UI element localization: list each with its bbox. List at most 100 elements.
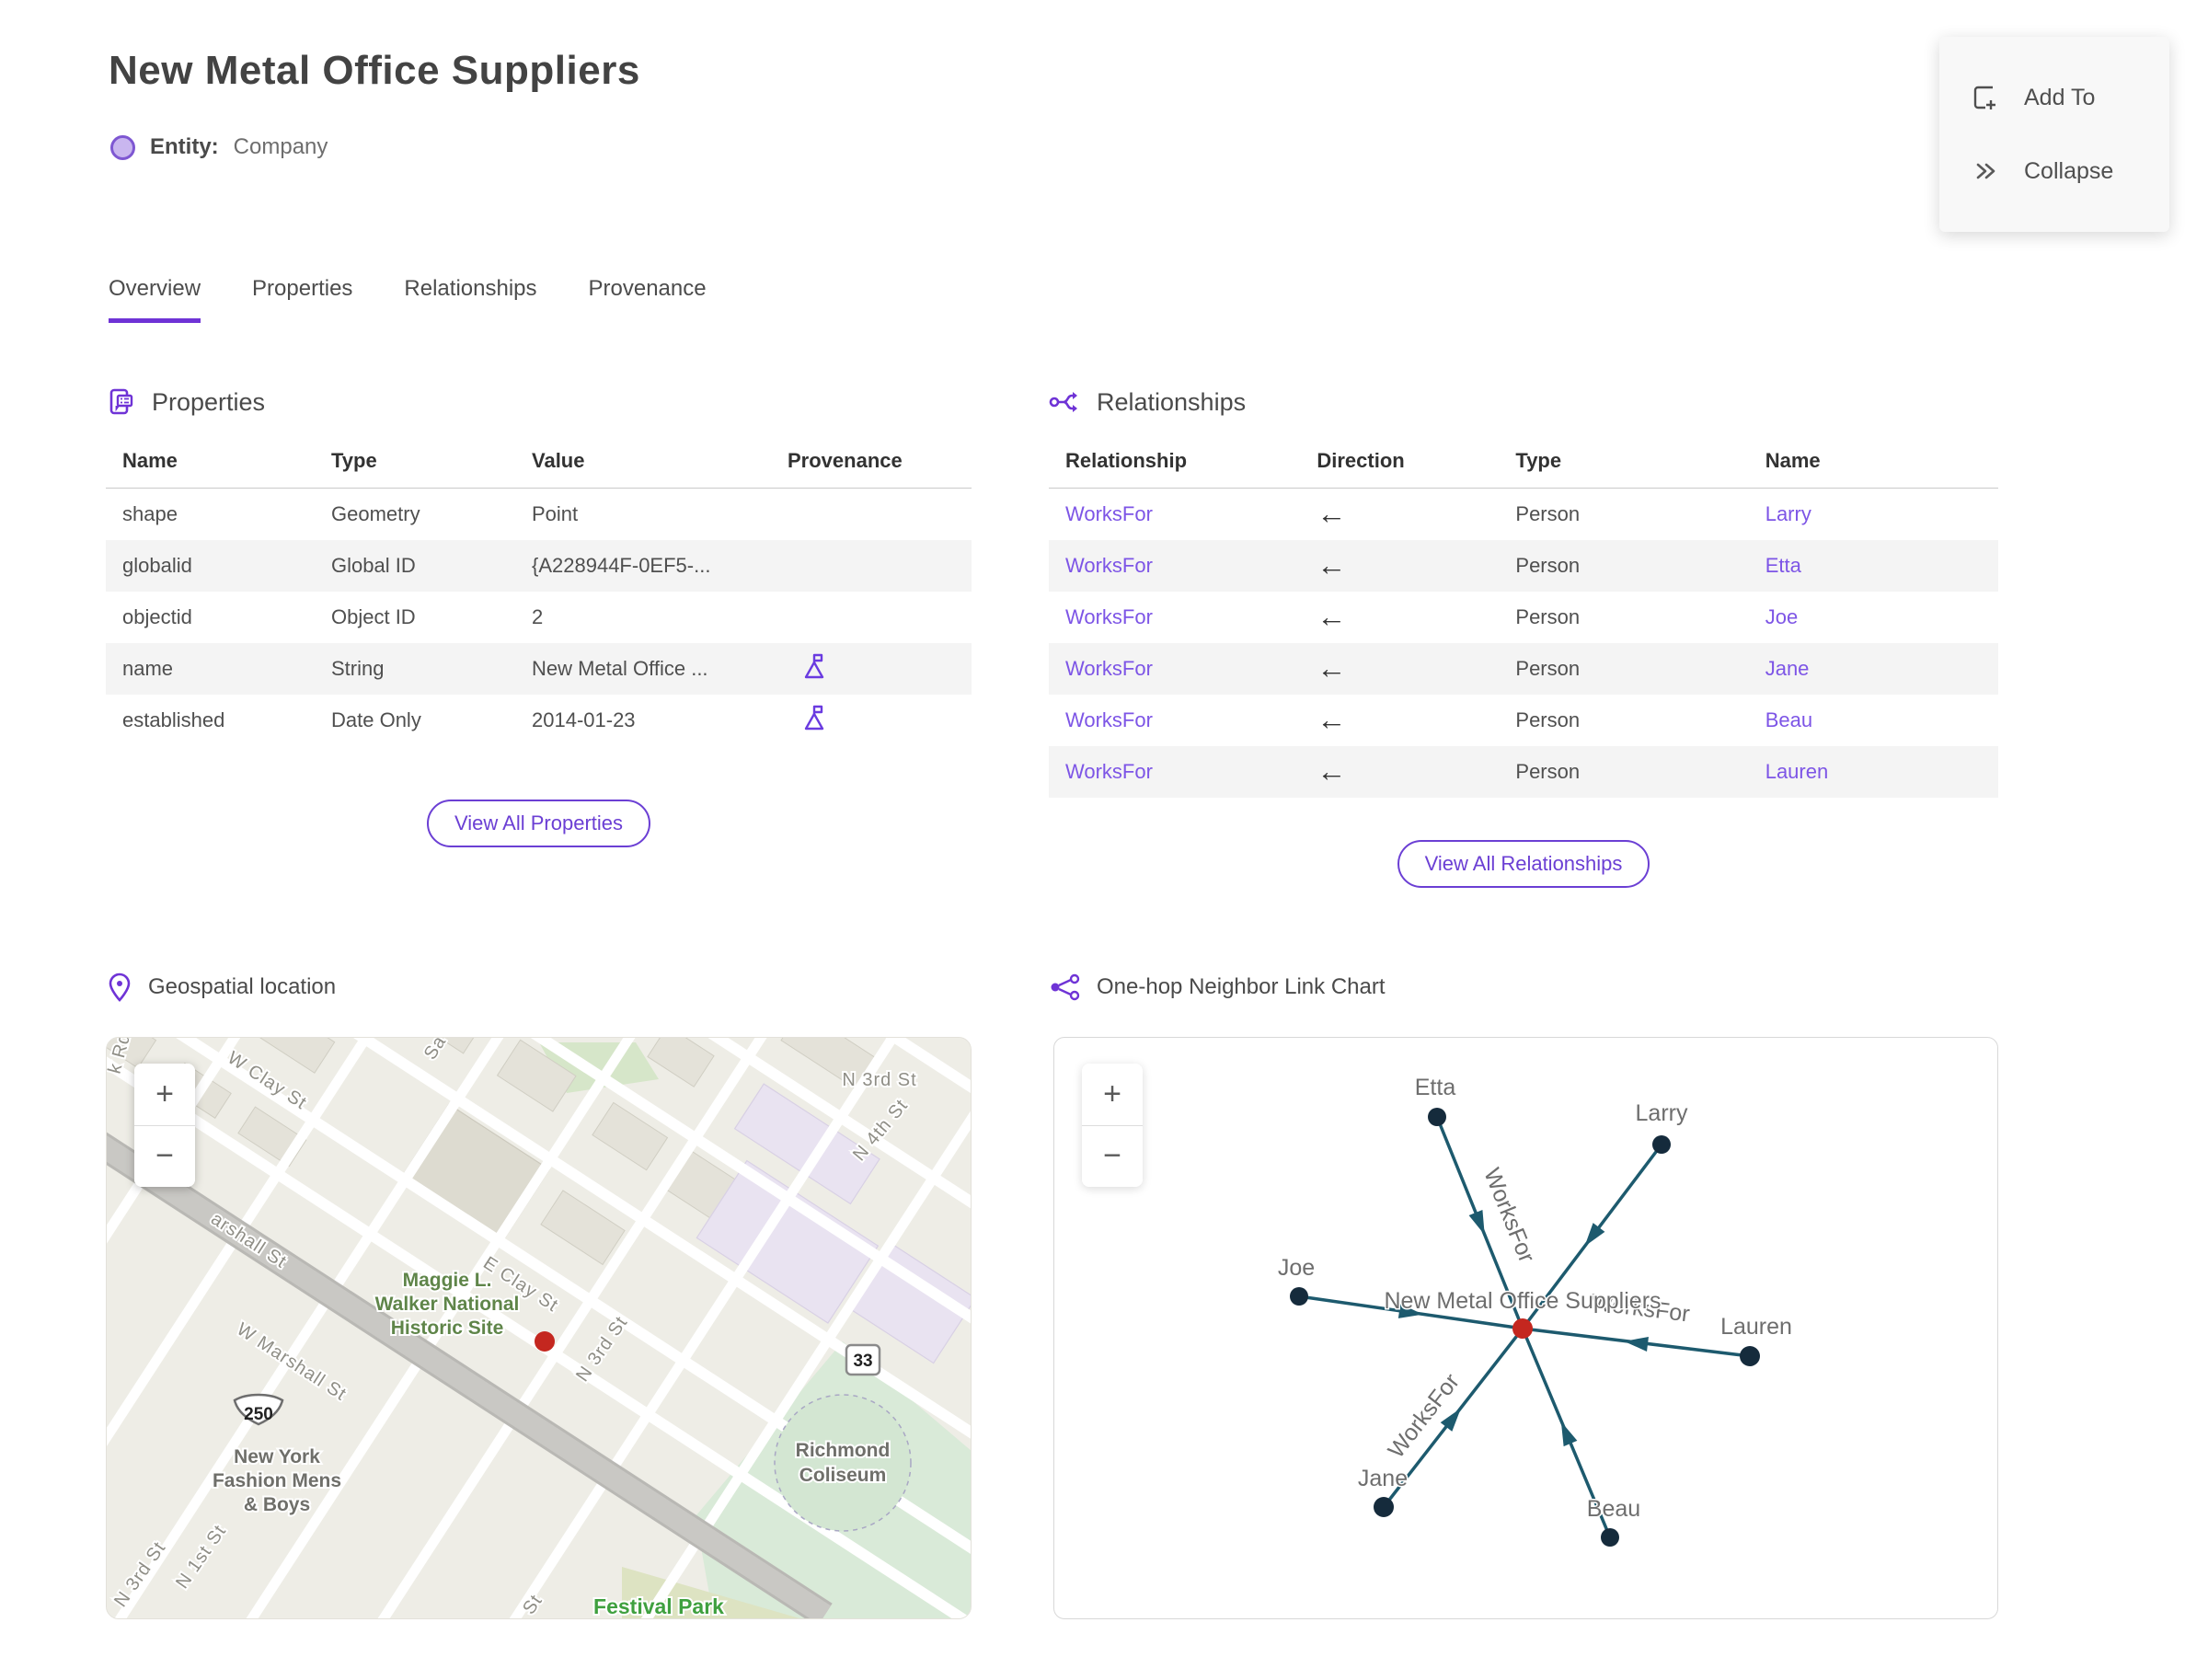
geospatial-map[interactable]: k Rd W Clay St Sa arshall St W Marshall … [106, 1037, 972, 1619]
prop-provenance [778, 643, 972, 695]
graph-node-beau[interactable] [1601, 1528, 1619, 1547]
graph-node-lauren[interactable] [1740, 1346, 1760, 1366]
prop-provenance [778, 540, 972, 592]
graph-node-etta[interactable] [1428, 1108, 1446, 1126]
page-title: New Metal Office Suppliers [109, 48, 640, 93]
col-header-provenance: Provenance [778, 449, 972, 489]
entity-label: Entity: [150, 134, 219, 159]
table-row: objectid Object ID 2 [106, 592, 972, 643]
prop-provenance [778, 489, 972, 540]
chevrons-right-icon [1976, 163, 1995, 179]
tab-provenance[interactable]: Provenance [589, 276, 707, 323]
node-label: Etta [1415, 1075, 1456, 1100]
relationship-link[interactable]: WorksFor [1065, 760, 1153, 783]
table-row: WorksFor ← Person Joe [1049, 592, 1998, 643]
center-node-label: New Metal Office Suppliers [1384, 1288, 1661, 1314]
tab-bar: Overview Properties Relationships Proven… [109, 276, 707, 323]
prop-type: Date Only [331, 708, 421, 731]
zoom-out-button[interactable]: − [134, 1125, 195, 1187]
direction-arrow: ← [1317, 703, 1347, 736]
graph-node-larry[interactable] [1652, 1135, 1671, 1154]
direction-arrow: ← [1317, 754, 1347, 788]
rel-type: Person [1515, 656, 1581, 680]
add-to-icon [1973, 86, 1995, 109]
provenance-flag-icon[interactable] [802, 704, 828, 731]
poi-label: & Boys [244, 1494, 310, 1515]
col-header-name: Name [106, 449, 322, 489]
entity-link[interactable]: Larry [1765, 502, 1811, 525]
rel-type: Person [1515, 759, 1581, 783]
table-row: WorksFor ← Person Larry [1049, 489, 1998, 540]
entity-detail-page: New Metal Office Suppliers Entity: Compa… [0, 0, 2208, 1680]
link-chart-icon [1051, 973, 1080, 1001]
properties-panel: Properties Name Type Value Provenance sh… [106, 386, 972, 847]
graph-node-center[interactable] [1512, 1318, 1533, 1339]
map-canvas: k Rd W Clay St Sa arshall St W Marshall … [107, 1038, 971, 1618]
graph-node-joe[interactable] [1290, 1287, 1308, 1306]
relationships-icon [1049, 392, 1077, 412]
relationship-link[interactable]: WorksFor [1065, 554, 1153, 577]
relationship-link[interactable]: WorksFor [1065, 502, 1153, 525]
poi-label: Maggie L. [403, 1270, 492, 1291]
chart-zoom-control: + − [1082, 1064, 1143, 1187]
link-chart-section-title: One-hop Neighbor Link Chart [1097, 974, 1386, 999]
view-all-properties-button[interactable]: View All Properties [426, 799, 650, 847]
location-marker[interactable] [535, 1331, 555, 1352]
direction-arrow: ← [1317, 651, 1347, 685]
col-header-direction: Direction [1307, 449, 1507, 489]
collapse-button[interactable]: Collapse [1939, 147, 2169, 195]
floating-actions-panel: Add To Collapse [1939, 37, 2169, 232]
graph-node-jane[interactable] [1374, 1497, 1394, 1517]
add-to-button[interactable]: Add To [1939, 74, 2169, 121]
relationships-panel: Relationships Relationship Direction Typ… [1049, 386, 1998, 888]
zoom-in-button[interactable]: + [134, 1064, 195, 1126]
node-label: Larry [1636, 1100, 1688, 1126]
col-header-relationship: Relationship [1049, 449, 1308, 489]
zoom-in-button[interactable]: + [1082, 1064, 1143, 1126]
prop-type: String [331, 656, 385, 680]
prop-name: globalid [122, 553, 192, 577]
view-all-relationships-button[interactable]: View All Relationships [1397, 839, 1650, 888]
direction-arrow: ← [1317, 548, 1347, 581]
node-label: Beau [1587, 1496, 1640, 1522]
prop-name: established [122, 708, 225, 731]
tab-relationships[interactable]: Relationships [404, 276, 536, 323]
entity-link[interactable]: Beau [1765, 708, 1812, 731]
link-chart-panel[interactable]: WorksFor WorksFor WorksFor Etta Larry Jo… [1053, 1037, 1998, 1619]
col-header-value: Value [523, 449, 778, 489]
prop-type: Object ID [331, 604, 416, 628]
prop-value: 2014-01-23 [532, 708, 636, 731]
entity-link[interactable]: Joe [1765, 605, 1798, 628]
tab-overview[interactable]: Overview [109, 276, 201, 323]
coliseum-circle [774, 1394, 912, 1532]
col-header-type: Type [1506, 449, 1756, 489]
rel-type: Person [1515, 604, 1581, 628]
zoom-out-button[interactable]: − [1082, 1125, 1143, 1187]
node-label: Lauren [1720, 1314, 1792, 1340]
properties-icon [109, 388, 133, 415]
prop-type: Geometry [331, 501, 420, 525]
link-chart-section-header: One-hop Neighbor Link Chart [1049, 972, 1386, 1003]
entity-link[interactable]: Jane [1765, 657, 1810, 680]
properties-table: Name Type Value Provenance shape Geometr… [106, 449, 972, 746]
entity-link[interactable]: Lauren [1765, 760, 1829, 783]
direction-arrow: ← [1317, 600, 1347, 633]
rel-type: Person [1515, 708, 1581, 731]
node-label: Joe [1278, 1255, 1315, 1281]
provenance-flag-icon[interactable] [802, 652, 828, 680]
relationship-link[interactable]: WorksFor [1065, 657, 1153, 680]
edge-label: WorksFor [1478, 1165, 1539, 1267]
prop-value: 2 [532, 604, 544, 628]
entity-type-icon [110, 134, 135, 160]
tab-properties[interactable]: Properties [252, 276, 352, 323]
relationships-section-header: Relationships [1049, 386, 1998, 418]
svg-text:250: 250 [244, 1405, 273, 1424]
entity-link[interactable]: Etta [1765, 554, 1801, 577]
prop-type: Global ID [331, 553, 416, 577]
relationship-link[interactable]: WorksFor [1065, 708, 1153, 731]
prop-value: Point [532, 501, 579, 525]
table-row: WorksFor ← Person Jane [1049, 642, 1998, 695]
route-shield-33: 33 [845, 1343, 881, 1376]
map-pin-icon [109, 972, 131, 1002]
relationship-link[interactable]: WorksFor [1065, 605, 1153, 628]
